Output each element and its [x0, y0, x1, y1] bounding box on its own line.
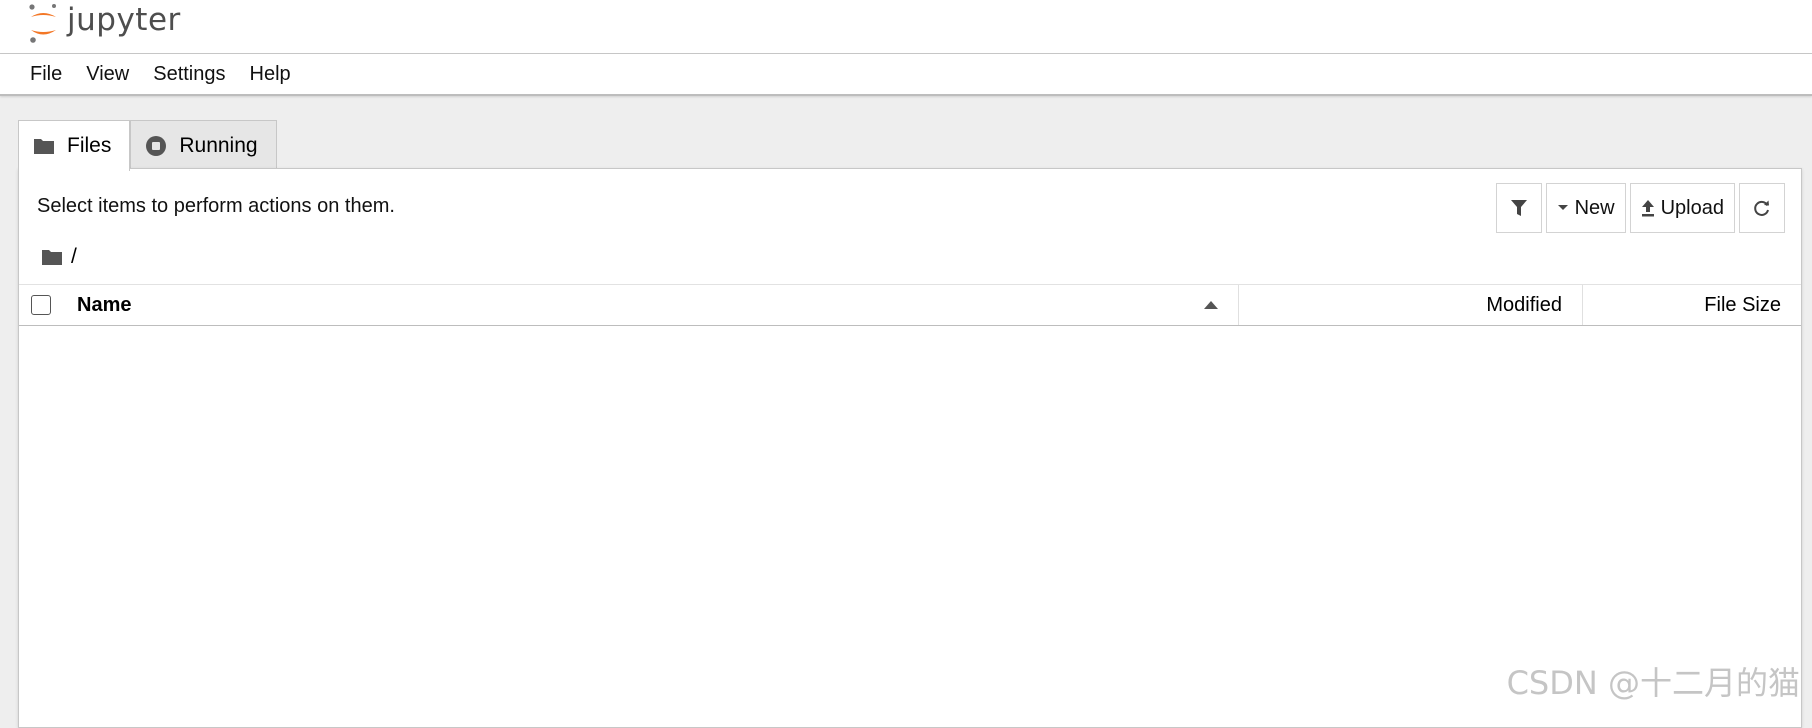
top-bar: jupyter: [0, 0, 1812, 54]
watermark: CSDN @十二月的猫: [1507, 658, 1800, 704]
home-folder-icon[interactable]: [41, 248, 63, 266]
tab-files-label: Files: [67, 134, 111, 158]
stop-circle-icon: [145, 135, 167, 157]
file-browser-panel: Select items to perform actions on them.…: [18, 168, 1802, 728]
upload-icon: [1641, 199, 1655, 217]
folder-icon: [33, 137, 55, 155]
upload-button-label: Upload: [1661, 197, 1724, 220]
filter-icon: [1511, 199, 1527, 217]
filter-button[interactable]: [1496, 183, 1542, 233]
menu-view[interactable]: View: [74, 54, 141, 94]
tab-running-label: Running: [179, 134, 257, 158]
select-all-checkbox[interactable]: [31, 295, 51, 315]
logo-text: jupyter: [67, 2, 181, 38]
breadcrumb: /: [41, 245, 77, 269]
column-modified-label: Modified: [1486, 294, 1562, 317]
caret-down-icon: [1557, 204, 1569, 212]
file-toolbar: New Upload: [1496, 183, 1785, 233]
menu-bar: File View Settings Help: [0, 54, 1812, 96]
tab-files[interactable]: Files: [18, 120, 130, 171]
refresh-icon: [1753, 199, 1771, 217]
menu-help[interactable]: Help: [238, 54, 303, 94]
breadcrumb-root[interactable]: /: [71, 245, 77, 269]
selection-hint: Select items to perform actions on them.: [37, 195, 395, 218]
column-header-modified[interactable]: Modified: [1241, 285, 1583, 325]
column-header-name[interactable]: Name: [77, 285, 1239, 325]
sort-ascending-icon: [1204, 301, 1218, 309]
file-list-header: Name Modified File Size: [19, 284, 1801, 326]
menu-file[interactable]: File: [18, 54, 74, 94]
refresh-button[interactable]: [1739, 183, 1785, 233]
tab-bar: Files Running: [18, 120, 277, 170]
jupyter-logo[interactable]: jupyter: [27, 2, 181, 46]
column-name-label: Name: [77, 294, 131, 317]
menu-settings[interactable]: Settings: [141, 54, 237, 94]
new-button-label: New: [1575, 197, 1615, 220]
column-header-file-size[interactable]: File Size: [1585, 285, 1801, 325]
column-file-size-label: File Size: [1704, 294, 1781, 317]
jupyter-logo-icon: [27, 2, 63, 46]
upload-button[interactable]: Upload: [1630, 183, 1735, 233]
tab-running[interactable]: Running: [130, 120, 276, 170]
new-button[interactable]: New: [1546, 183, 1626, 233]
